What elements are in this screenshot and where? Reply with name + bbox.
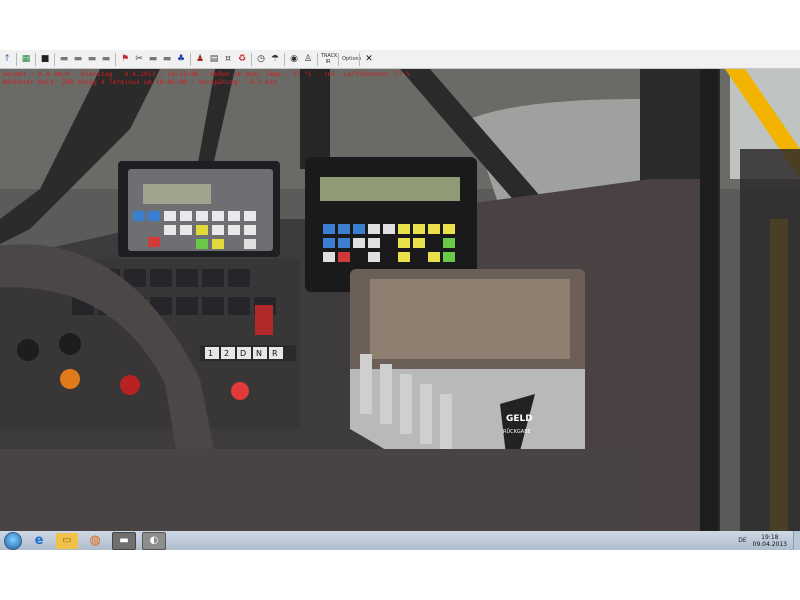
passenger-icon[interactable]: ♙ (302, 53, 314, 65)
red-switch (255, 305, 273, 335)
bus-cockpit-scene: GELD RÜCKGABE 1 2 D N R (0, 69, 800, 531)
gear-selector: 1 2 D N R (200, 345, 296, 361)
gear-label-2: 2 (224, 349, 229, 358)
hud-info: Gesamt.: 0.0 km/h - Dienstag - 9.4.2013 … (3, 70, 410, 86)
internet-explorer-icon[interactable]: e (28, 533, 50, 549)
windows-taskbar: e ▭ ◍ ▬ ◐ DE 19:18 09.04.2013 (0, 531, 800, 550)
gear-label-n: N (256, 349, 262, 358)
stop-button (231, 382, 249, 400)
bus-icon[interactable]: ▬ (161, 53, 173, 65)
weather-icon[interactable]: ☂ (269, 53, 281, 65)
clock-icon[interactable]: ◷ (255, 53, 267, 65)
firefox-icon[interactable]: ◍ (84, 533, 106, 549)
toolbar-separator (251, 52, 252, 66)
toolbar-separator (54, 52, 55, 66)
ticket-lcd (320, 177, 460, 201)
bus-icon[interactable]: ▬ (58, 53, 70, 65)
gear-label-d: D (240, 349, 246, 358)
save-icon[interactable]: ■ (39, 53, 51, 65)
omsi-editor-icon[interactable]: ◐ (142, 531, 166, 550)
camera-icon[interactable]: ◉ (288, 53, 300, 65)
orange-knob (60, 369, 80, 389)
map-icon[interactable]: ▦ (20, 53, 32, 65)
person-icon[interactable]: ♟ (194, 53, 206, 65)
hud-line-2: Nächster Halt: ZOB Steig 4 Terminus um 1… (3, 78, 277, 86)
toolbar-separator (35, 52, 36, 66)
close-icon[interactable]: ✕ (363, 53, 375, 65)
toolbar-separator (317, 52, 318, 66)
track-ir-button[interactable]: TRACK IR (321, 53, 337, 65)
hazard-button (120, 375, 140, 395)
show-desktop-button[interactable] (793, 531, 800, 550)
toolbar-separator (115, 52, 116, 66)
toolbar-separator (16, 52, 17, 66)
file-explorer-icon[interactable]: ▭ (56, 532, 78, 549)
bus-icon[interactable]: ▬ (72, 53, 84, 65)
options-button[interactable]: Options (342, 56, 361, 62)
gear-label-1: 1 (208, 349, 213, 358)
clock-date: 09.04.2013 (752, 540, 787, 548)
timetable-icon[interactable]: ▤ (208, 53, 220, 65)
hud-line-1: Gesamt.: 0.0 km/h - Dienstag - 9.4.2013 … (3, 70, 410, 78)
language-indicator[interactable]: DE (738, 537, 746, 544)
bus-icon[interactable]: ▬ (86, 53, 98, 65)
toolbar-separator (284, 52, 285, 66)
toolbar-separator (338, 52, 339, 66)
omsi-icon[interactable]: ▬ (112, 531, 136, 550)
game-viewport[interactable]: Gesamt.: 0.0 km/h - Dienstag - 9.4.2013 … (0, 69, 800, 531)
bell-icon[interactable]: ♣ (175, 53, 187, 65)
coin-changer-brand: GELD (506, 414, 533, 424)
wrench-icon[interactable]: ✂ (133, 53, 145, 65)
route-icon[interactable]: ⚑ (119, 53, 131, 65)
ibis-lcd (143, 184, 211, 204)
bus-icon[interactable]: ▬ (100, 53, 112, 65)
windows-start-icon[interactable] (4, 531, 22, 550)
gear-label-r: R (272, 349, 278, 358)
toolbar-separator (359, 52, 360, 66)
ibis-device (118, 161, 280, 257)
clock-time: 19:18 (761, 533, 779, 541)
toolbar-separator (190, 52, 191, 66)
clock[interactable]: 19:18 09.04.2013 (753, 534, 787, 548)
ticket-icon[interactable]: ¤ (222, 53, 234, 65)
arrow-up-icon[interactable]: ↑ (1, 53, 13, 65)
coin-changer-text: RÜCKGABE (503, 428, 531, 435)
recycle-icon[interactable]: ♻ (236, 53, 248, 65)
bus-icon[interactable]: ▬ (147, 53, 159, 65)
system-tray: DE 19:18 09.04.2013 (738, 534, 793, 548)
game-toolbar: ↑ ▦ ■ ▬ ▬ ▬ ▬ ⚑ ✂ ▬ ▬ ♣ ♟ ▤ ¤ ♻ ◷ ☂ ◉ ♙ … (0, 50, 800, 69)
